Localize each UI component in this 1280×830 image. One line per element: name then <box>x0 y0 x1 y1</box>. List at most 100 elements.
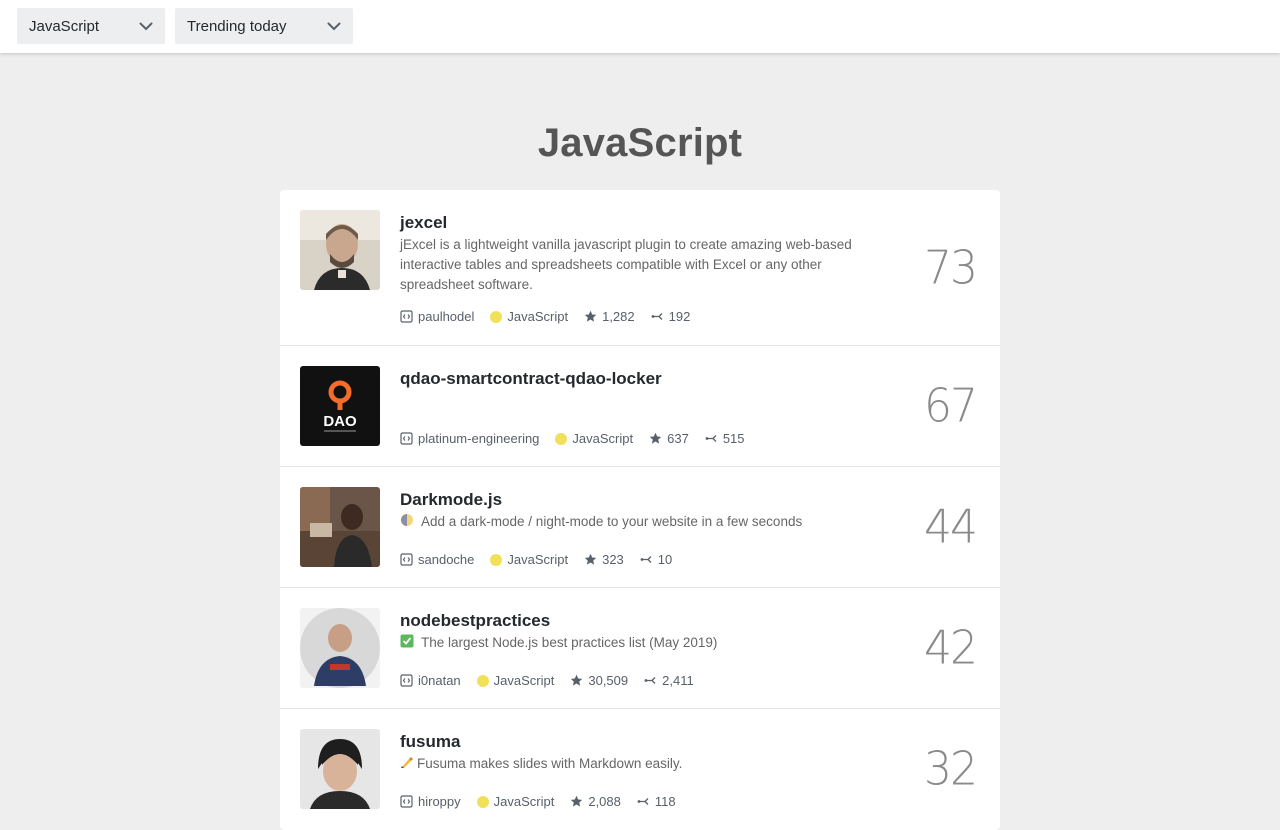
repo-owner-label: paulhodel <box>418 309 475 324</box>
repo-stars[interactable]: 2,088 <box>570 794 621 809</box>
repo-meta: platinum-engineering JavaScript 637 515 <box>400 431 761 446</box>
star-icon <box>571 795 583 807</box>
repo-forks-count: 192 <box>668 309 691 324</box>
repo-stars-count: 1,282 <box>602 309 635 324</box>
repo-forks-count: 2,411 <box>662 673 694 688</box>
repo-language: JavaScript <box>476 794 555 809</box>
fork-icon <box>640 556 652 563</box>
repo-language: JavaScript <box>555 431 633 446</box>
repo-meta: paulhodel JavaScript 1,282 192 <box>400 309 706 324</box>
repo-language-label: JavaScript <box>507 552 569 567</box>
half-moon-icon <box>401 514 413 526</box>
code-icon <box>400 310 413 323</box>
chevron-down-icon <box>139 22 153 30</box>
repo-name[interactable]: fusuma <box>400 732 460 752</box>
repo-stars[interactable]: 1,282 <box>584 309 635 324</box>
repo-name[interactable]: Darkmode.js <box>400 490 502 510</box>
avatar[interactable] <box>300 729 380 809</box>
repo-item[interactable]: Darkmode.js Add a dark-mode / night-mode… <box>280 467 1000 588</box>
language-color-dot <box>555 432 568 445</box>
language-color-dot <box>476 795 489 808</box>
repo-forks-count: 10 <box>657 552 673 567</box>
repo-owner-label: i0natan <box>418 673 461 688</box>
repo-language-label: JavaScript <box>493 794 555 809</box>
trending-score: 73 <box>924 241 978 296</box>
repo-owner-label: sandoche <box>418 552 475 567</box>
repo-description-row: Add a dark-mode / night-mode to your web… <box>400 512 870 532</box>
date-range-select-value: Trending today <box>187 17 287 35</box>
repo-owner-label: platinum-engineering <box>418 431 540 446</box>
repo-language: JavaScript <box>476 673 555 688</box>
check-mark-icon <box>400 634 414 648</box>
repo-meta: hiroppy JavaScript 2,088 118 <box>400 794 692 809</box>
avatar[interactable]: DAO <box>300 366 380 446</box>
avatar[interactable] <box>300 608 380 688</box>
language-select-value: JavaScript <box>29 17 100 35</box>
writing-hand-icon <box>401 757 413 768</box>
fork-icon <box>705 435 717 442</box>
repo-name[interactable]: nodebestpractices <box>400 611 550 631</box>
repo-owner[interactable]: i0natan <box>400 673 461 688</box>
code-icon <box>400 432 413 445</box>
repo-item[interactable]: DAO qdao-smartcontract-qdao-locker plati… <box>280 346 1000 467</box>
repo-stars-count: 637 <box>667 431 689 446</box>
repo-forks[interactable]: 515 <box>705 431 745 446</box>
repo-forks[interactable]: 10 <box>640 552 672 567</box>
repo-item[interactable]: nodebestpractices The largest Node.js be… <box>280 588 1000 709</box>
repo-forks-count: 515 <box>722 431 745 446</box>
date-range-select[interactable]: Trending today <box>175 8 353 44</box>
fork-icon <box>651 313 663 320</box>
repo-language-label: JavaScript <box>493 673 555 688</box>
repo-language: JavaScript <box>490 309 568 324</box>
avatar[interactable] <box>300 210 380 290</box>
repo-owner-label: hiroppy <box>418 794 461 809</box>
repo-owner[interactable]: sandoche <box>400 552 474 567</box>
repo-stars[interactable]: 637 <box>649 431 689 446</box>
language-color-dot <box>476 674 489 687</box>
language-color-dot <box>490 310 503 323</box>
code-icon <box>400 674 413 687</box>
code-icon <box>400 553 413 566</box>
repo-description-row: The largest Node.js best practices list … <box>400 633 870 653</box>
repo-stars[interactable]: 323 <box>584 552 624 567</box>
repo-name[interactable]: qdao-smartcontract-qdao-locker <box>400 369 662 389</box>
language-color-dot <box>490 553 503 566</box>
repo-name[interactable]: jexcel <box>400 213 447 233</box>
star-icon <box>649 432 662 444</box>
repo-language-label: JavaScript <box>507 309 569 324</box>
page-title: JavaScript <box>537 121 743 165</box>
repo-stars-count: 30,509 <box>588 673 629 688</box>
repo-meta: i0natan JavaScript 30,509 2,411 <box>400 673 710 688</box>
repo-item[interactable]: fusuma Fusuma makes slides with Markdown… <box>280 709 1000 830</box>
fork-icon <box>637 798 649 805</box>
repo-owner[interactable]: platinum-engineering <box>400 431 539 446</box>
repo-stars-count: 2,088 <box>588 794 621 809</box>
star-icon <box>571 674 583 686</box>
repo-list: jexcel jExcel is a lightweight vanilla j… <box>280 190 1000 830</box>
star-icon <box>584 310 597 322</box>
avatar[interactable] <box>300 487 380 567</box>
repo-forks[interactable]: 192 <box>651 309 691 324</box>
repo-description: Fusuma makes slides with Markdown easily… <box>417 756 683 771</box>
star-icon <box>584 553 597 565</box>
code-icon <box>400 795 413 808</box>
repo-description-row: Fusuma makes slides with Markdown easily… <box>400 754 870 774</box>
repo-owner[interactable]: hiroppy <box>400 794 461 809</box>
repo-owner[interactable]: paulhodel <box>400 309 474 324</box>
language-select[interactable]: JavaScript <box>17 8 165 44</box>
fork-icon <box>644 677 656 684</box>
chevron-down-icon <box>327 22 341 30</box>
repo-forks[interactable]: 118 <box>637 794 676 809</box>
repo-description: Add a dark-mode / night-mode to your web… <box>421 514 803 529</box>
repo-stars-count: 323 <box>602 552 624 567</box>
repo-forks-count: 118 <box>654 794 676 809</box>
repo-meta: sandoche JavaScript 323 10 <box>400 552 688 567</box>
repo-language: JavaScript <box>490 552 568 567</box>
repo-forks[interactable]: 2,411 <box>644 673 694 688</box>
repo-item[interactable]: jexcel jExcel is a lightweight vanilla j… <box>280 190 1000 346</box>
trending-score: 42 <box>924 621 978 676</box>
repo-description: The largest Node.js best practices list … <box>421 635 718 650</box>
repo-stars[interactable]: 30,509 <box>570 673 628 688</box>
top-bar: JavaScript Trending today <box>0 0 1280 53</box>
trending-score: 44 <box>924 500 978 555</box>
